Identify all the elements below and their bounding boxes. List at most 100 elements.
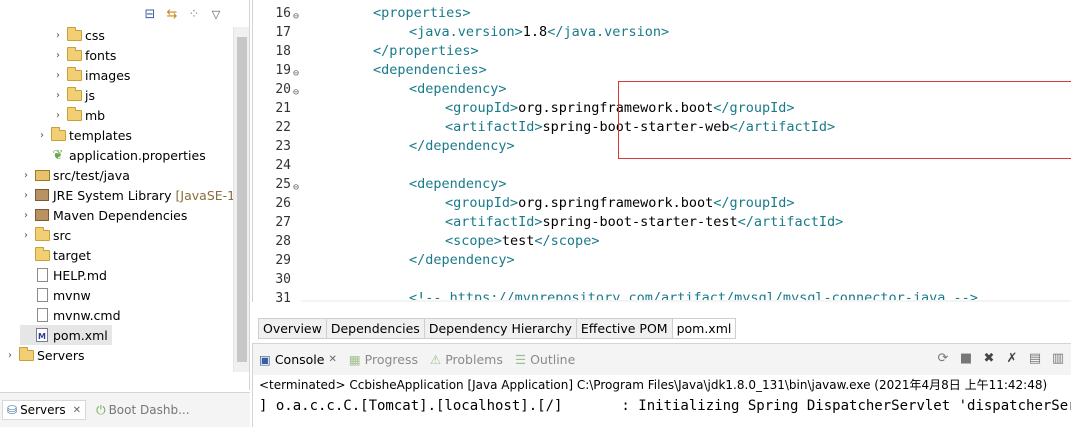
code-line[interactable]: <artifactId>spring-boot-starter-test</ar…	[445, 213, 843, 232]
tree-item-label: images	[85, 67, 131, 83]
tab-boot-dashboard[interactable]: ⏻ Boot Dashb...	[92, 401, 193, 420]
tree-item-label: target	[53, 247, 92, 263]
code-line[interactable]: <properties>	[373, 4, 471, 23]
close-icon[interactable]: ✕	[73, 405, 81, 416]
tree-item[interactable]: › images	[52, 65, 130, 85]
tree-item[interactable]: › src/test/java	[20, 165, 130, 185]
xml-tag: </artifactId>	[737, 214, 844, 230]
line-number: 23	[253, 137, 301, 156]
expand-chevron-icon[interactable]: ›	[20, 190, 32, 201]
collapse-all-icon[interactable]: ⊟	[142, 6, 158, 22]
console-status-line: <terminated> CcbisheApplication [Java Ap…	[259, 378, 1048, 392]
line-number-text: 19	[275, 63, 291, 78]
code-line[interactable]: </properties>	[373, 42, 479, 61]
tree-item[interactable]: mvnw	[20, 285, 91, 305]
xml-tag: <properties>	[373, 5, 471, 21]
console-view: ▣ Console ✕ ▦ Progress ⚠ Problems ☰ Outline ⟳ ■ …	[252, 343, 1071, 427]
expand-chevron-icon[interactable]: ›	[52, 70, 64, 81]
folder-icon	[66, 26, 82, 42]
tree-item-label: src	[53, 227, 72, 243]
line-number-text: 24	[275, 158, 291, 173]
pom-tab[interactable]: Effective POM	[575, 318, 672, 339]
code-line[interactable]: <dependencies>	[373, 61, 487, 80]
tree-item[interactable]: › mb	[52, 105, 105, 125]
console-tab[interactable]: ▣ Console ✕	[259, 352, 337, 367]
tree-item[interactable]: target	[20, 245, 91, 265]
xml-editor[interactable]: 16 ⊖ 17 18 19 ⊖ 20 ⊖ 21 22 23 24 25 ⊖ 26 27 28 29 30 31 <pr…	[252, 0, 1071, 302]
console-tab[interactable]: ⚠ Problems	[430, 352, 503, 367]
expand-chevron-icon[interactable]: ›	[20, 170, 32, 181]
expand-chevron-icon[interactable]: ›	[4, 350, 16, 361]
tree-item-label: mb	[85, 107, 106, 123]
pom-editor-tabs: Overview Dependencies Dependency Hierarchy…	[258, 318, 737, 339]
tab-servers[interactable]: ⛁ Servers ✕	[2, 400, 87, 420]
xml-tag: <dependency>	[409, 176, 507, 192]
expand-chevron-icon[interactable]: ›	[52, 110, 64, 121]
line-number: 18	[253, 42, 301, 61]
console-tab-label: Problems	[445, 352, 503, 367]
line-number: 19 ⊖	[253, 61, 301, 80]
tree-item[interactable]: › JRE System Library [JavaSE-1.8]	[20, 185, 249, 205]
tree-item-label: js	[85, 87, 95, 103]
tree-item[interactable]: HELP.md	[20, 265, 107, 285]
expand-chevron-icon[interactable]: ›	[52, 50, 64, 61]
icon-shape: ❦	[52, 147, 64, 163]
relaunch-icon[interactable]: ⟳	[936, 351, 950, 366]
filters-icon[interactable]: ⁘	[186, 6, 202, 22]
pom-tab[interactable]: Dependencies	[325, 318, 424, 339]
console-tab[interactable]: ☰ Outline	[515, 352, 575, 367]
link-editor-icon[interactable]: ⇆	[164, 6, 180, 22]
word-wrap-icon[interactable]: ▥	[1051, 351, 1065, 366]
console-tab-label: Progress	[364, 352, 418, 367]
code-line[interactable]: <dependency>	[409, 80, 507, 99]
expand-chevron-icon[interactable]: ›	[20, 230, 32, 241]
code-line[interactable]: </dependency>	[409, 251, 515, 270]
editor-horizontal-scrollbar[interactable]: <	[301, 300, 1071, 302]
tree-item[interactable]: ❦ application.properties	[36, 145, 206, 165]
terminate-icon[interactable]: ■	[959, 351, 973, 366]
pom-tab[interactable]: Dependency Hierarchy	[423, 318, 576, 339]
file-icon	[34, 268, 50, 282]
expand-chevron-icon[interactable]: ›	[20, 210, 32, 221]
expand-chevron-icon[interactable]: ›	[36, 130, 48, 141]
expand-chevron-icon[interactable]: ›	[52, 30, 64, 41]
pom-tab[interactable]: Overview	[258, 318, 326, 339]
tree-item-label: application.properties	[69, 147, 206, 163]
source-folder-icon	[34, 168, 50, 182]
code-line[interactable]: </dependency>	[409, 137, 515, 156]
close-icon[interactable]: ✕	[328, 354, 336, 365]
code-line[interactable]: <groupId>org.springframework.boot</group…	[445, 194, 795, 213]
tree-item[interactable]: › Servers	[4, 345, 85, 365]
servers-tab-bar: ⛁ Servers ✕ ⏻ Boot Dashb...	[0, 392, 250, 427]
scroll-left-arrow[interactable]: <	[305, 300, 314, 302]
tree-item-label: templates	[69, 127, 132, 143]
line-number: 17	[253, 23, 301, 42]
xml-tag: </properties>	[373, 43, 479, 59]
tree-item[interactable]: › templates	[36, 125, 132, 145]
code-line[interactable]: <java.version>1.8</java.version>	[409, 23, 669, 42]
explorer-scrollbar[interactable]	[233, 27, 249, 372]
icon-shape	[66, 106, 82, 121]
remove-launch-icon[interactable]: ✖	[982, 351, 996, 366]
pom-tab[interactable]: pom.xml	[671, 318, 737, 339]
tree-item[interactable]: Mpom.xml	[20, 325, 112, 345]
icon-shape	[18, 346, 34, 361]
explorer-scroll-thumb[interactable]	[237, 37, 247, 362]
code-line[interactable]: <dependency>	[409, 175, 507, 194]
code-line[interactable]: <scope>test</scope>	[445, 232, 599, 251]
expand-chevron-icon[interactable]: ›	[52, 90, 64, 101]
tree-item[interactable]: › js	[52, 85, 95, 105]
tree-item[interactable]: › src	[20, 225, 71, 245]
tree-item[interactable]: › fonts	[52, 45, 116, 65]
remove-all-icon[interactable]: ✗	[1005, 351, 1019, 366]
tab-servers-label: Servers	[20, 403, 66, 417]
scroll-lock-icon[interactable]: ▤	[1028, 351, 1042, 366]
console-tab[interactable]: ▦ Progress	[349, 352, 418, 367]
tree-item-label: HELP.md	[53, 267, 107, 283]
tree-item-label: Maven Dependencies	[53, 207, 188, 223]
view-menu-icon[interactable]: ▽	[208, 6, 224, 22]
tree-item[interactable]: › css	[52, 25, 105, 45]
file-icon	[34, 288, 50, 302]
tree-item[interactable]: › Maven Dependencies	[20, 205, 187, 225]
tree-item[interactable]: mvnw.cmd	[20, 305, 121, 325]
